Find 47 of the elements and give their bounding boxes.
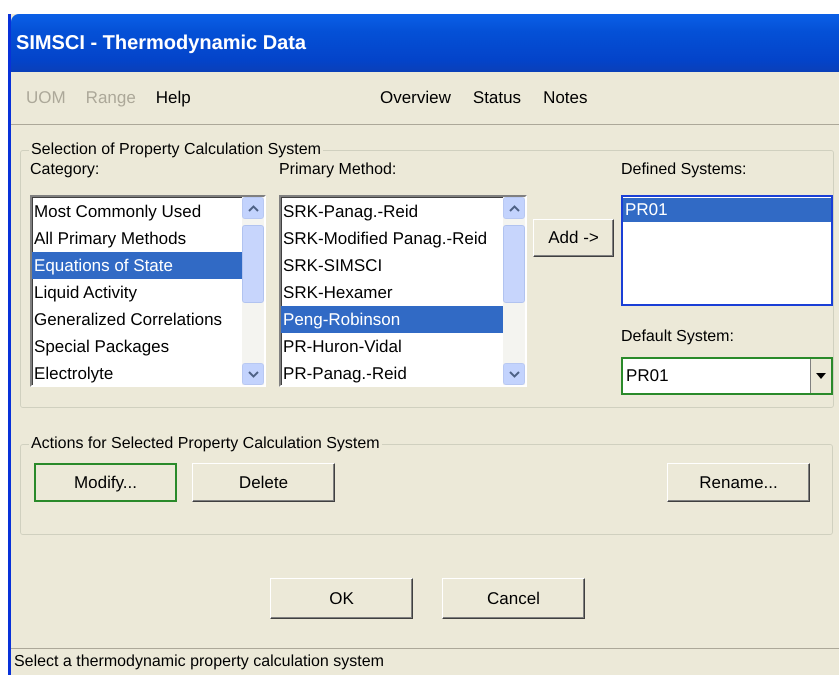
dropdown-arrow-icon (816, 373, 826, 379)
group-title: Actions for Selected Property Calculation System (30, 435, 381, 453)
menu-item[interactable]: Overview (380, 88, 451, 108)
field-label: Primary Method: (279, 161, 398, 180)
list-item[interactable]: Electrolyte (32, 360, 242, 387)
menu-item[interactable]: Notes (543, 88, 588, 108)
list-item[interactable]: SRK-Panag.-Reid (281, 198, 503, 225)
scroll-thumb[interactable] (242, 225, 264, 303)
list-item[interactable]: PR-Huron-Vidal (281, 333, 503, 360)
scroll-down-button[interactable] (503, 363, 525, 385)
list-item[interactable]: PR01 (623, 198, 831, 222)
field-label: Default System: (621, 328, 735, 347)
dialog-button[interactable]: OK (270, 578, 413, 619)
add-button[interactable]: Add -> (533, 219, 614, 257)
list-item[interactable]: All Primary Methods (32, 225, 242, 252)
list-item[interactable]: SRK-SIMSCI (281, 252, 503, 279)
up-chevron-icon (508, 204, 520, 212)
action-button[interactable]: Rename... (667, 463, 810, 502)
list-item[interactable]: SRK-Modified Panag.-Reid (281, 225, 503, 252)
scrollbar[interactable] (503, 197, 525, 385)
list-item[interactable]: Special Packages (32, 333, 242, 360)
status-bar: Select a thermodynamic property calculation system (11, 648, 839, 675)
field-label: Defined Systems: (621, 161, 748, 180)
action-button[interactable]: Modify... (34, 463, 177, 502)
scroll-down-button[interactable] (242, 363, 264, 385)
down-chevron-icon (508, 370, 520, 378)
window-title: SIMSCI - Thermodynamic Data (16, 32, 306, 54)
list-item[interactable]: PR-Panag.-Reid (281, 360, 503, 387)
list-item[interactable]: Generalized Correlations (32, 306, 242, 333)
down-chevron-icon (248, 370, 258, 378)
list-item[interactable]: Liquid Activity (32, 279, 242, 306)
action-button[interactable]: Delete (192, 463, 335, 502)
list-item[interactable]: Most Commonly Used (32, 198, 242, 225)
up-chevron-icon (248, 204, 258, 212)
group-title: Selection of Property Calculation System (30, 141, 322, 159)
scroll-up-button[interactable] (503, 197, 525, 219)
field-label: Category: (30, 161, 100, 180)
scroll-up-button[interactable] (242, 197, 264, 219)
scrollbar[interactable] (242, 197, 264, 385)
menu-item[interactable]: Help (156, 88, 191, 108)
list-item[interactable]: SRK-Hexamer (281, 279, 503, 306)
dialog-button[interactable]: Cancel (442, 578, 585, 619)
list-item[interactable]: Peng-Robinson (281, 306, 503, 333)
dropdown[interactable]: PR01 (621, 357, 833, 395)
list-item[interactable]: Equations of State (32, 252, 242, 279)
scroll-thumb[interactable] (503, 225, 525, 303)
menu-item[interactable]: Status (472, 88, 522, 108)
